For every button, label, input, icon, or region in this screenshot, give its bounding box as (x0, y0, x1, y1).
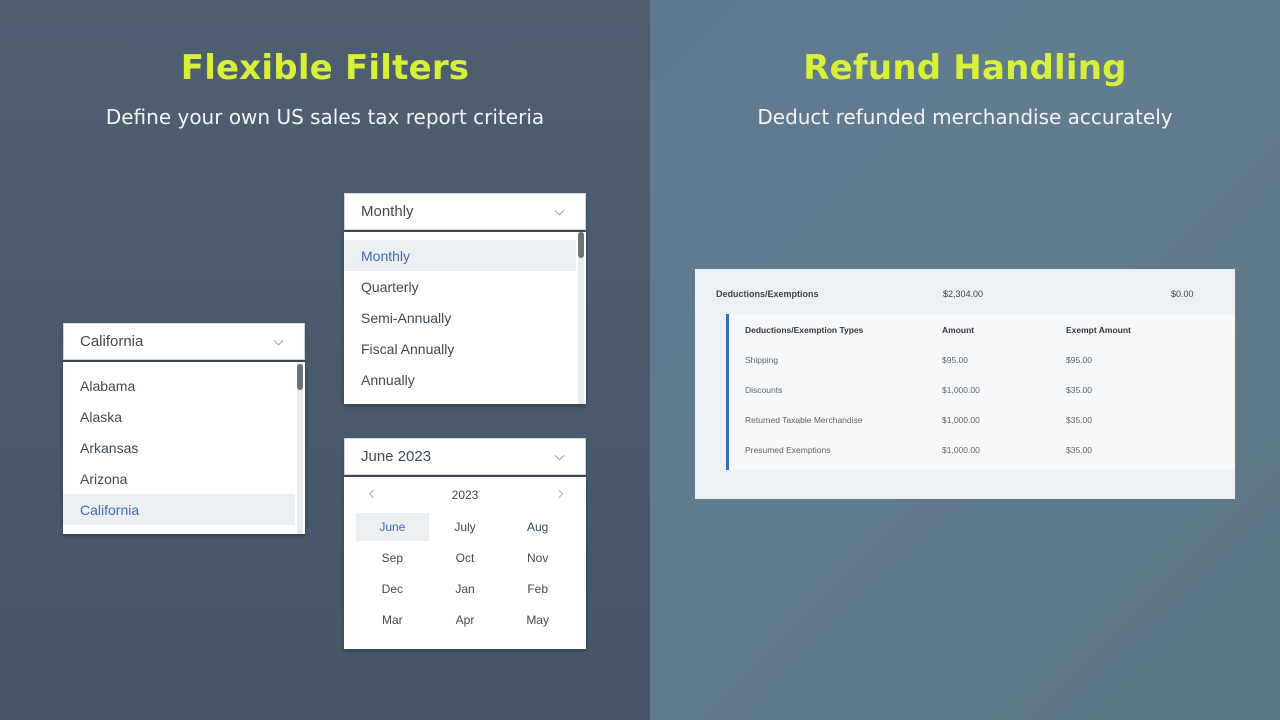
month-cell[interactable]: July (429, 513, 502, 541)
scroll-thumb[interactable] (297, 364, 303, 390)
month-cell[interactable]: Jan (429, 575, 502, 603)
month-cell[interactable]: Apr (429, 606, 502, 634)
period-select-value: Monthly (361, 203, 414, 220)
month-picker: 2023 June July Aug Sep Oct Nov Dec Jan F… (344, 477, 586, 649)
month-cell[interactable]: May (501, 606, 574, 634)
panel-title: Refund Handling (803, 48, 1127, 88)
scroll-thumb[interactable] (578, 232, 584, 258)
state-option[interactable]: Alabama (63, 370, 305, 401)
deductions-card: Deductions/Exemptions $2,304.00 $0.00 De… (695, 269, 1235, 499)
month-grid: June July Aug Sep Oct Nov Dec Jan Feb Ma… (344, 513, 586, 634)
summary-amount: $2,304.00 (943, 289, 984, 299)
table-cell: Shipping (745, 355, 779, 365)
state-option[interactable]: Arkansas (63, 432, 305, 463)
scrollbar[interactable] (297, 362, 303, 534)
month-cell[interactable]: Mar (356, 606, 429, 634)
state-options-list: Alabama Alaska Arkansas Arizona Californ… (63, 362, 305, 534)
table-cell: $35.00 (1066, 415, 1092, 425)
panel-subtitle: Define your own US sales tax report crit… (105, 105, 545, 129)
period-select[interactable]: Monthly (344, 193, 586, 230)
picker-year: 2023 (451, 488, 479, 502)
month-select[interactable]: June 2023 (344, 438, 586, 475)
table-row: Discounts $1,000.00 $35.00 (729, 375, 1235, 405)
period-option[interactable]: Semi-Annually (344, 302, 586, 333)
table-cell: Discounts (745, 385, 783, 395)
month-cell[interactable]: Feb (501, 575, 574, 603)
table-cell: $1,000.00 (942, 385, 980, 395)
panel-title: Flexible Filters (180, 48, 470, 88)
scrollbar[interactable] (578, 232, 584, 404)
state-option[interactable]: Alaska (63, 401, 305, 432)
table-row: Returned Taxable Merchandise $1,000.00 $… (729, 405, 1235, 435)
table-row: Presumed Exemptions $1,000.00 $35.00 (729, 435, 1235, 465)
table-cell: $35.00 (1066, 385, 1092, 395)
chevron-down-icon[interactable] (273, 335, 284, 346)
month-picker-header: 2023 (344, 477, 586, 513)
period-option[interactable]: Quarterly (344, 271, 586, 302)
month-cell[interactable]: Oct (429, 544, 502, 572)
month-cell[interactable]: Nov (501, 544, 574, 572)
month-cell[interactable]: Sep (356, 544, 429, 572)
period-options-list: Monthly Quarterly Semi-Annually Fiscal A… (344, 232, 586, 404)
column-header: Exempt Amount (1066, 325, 1131, 335)
state-select[interactable]: California (63, 323, 305, 360)
summary-exempt: $0.00 (1171, 289, 1194, 299)
period-option[interactable]: Annually (344, 364, 586, 395)
table-cell: $1,000.00 (942, 445, 980, 455)
month-cell-selected[interactable]: June (356, 513, 429, 541)
table-cell: $35.00 (1066, 445, 1092, 455)
state-option[interactable]: Arizona (63, 463, 305, 494)
state-option-selected[interactable]: California (63, 494, 295, 525)
period-option-selected[interactable]: Monthly (344, 240, 576, 271)
chevron-down-icon[interactable] (554, 450, 565, 461)
table-cell: Returned Taxable Merchandise (745, 415, 863, 425)
column-header: Amount (942, 325, 975, 335)
month-cell[interactable]: Dec (356, 575, 429, 603)
chevron-down-icon[interactable] (554, 205, 565, 216)
table-cell: $95.00 (1066, 355, 1092, 365)
chevron-right-icon[interactable] (554, 489, 564, 499)
table-cell: $1,000.00 (942, 415, 980, 425)
deductions-summary-row: Deductions/Exemptions $2,304.00 $0.00 (695, 269, 1235, 315)
state-select-value: California (80, 333, 144, 350)
deductions-table: Deductions/Exemption Types Amount Exempt… (726, 314, 1235, 470)
table-cell: $95.00 (942, 355, 968, 365)
chevron-left-icon[interactable] (368, 489, 378, 499)
table-cell: Presumed Exemptions (745, 445, 831, 455)
month-select-value: June 2023 (361, 448, 432, 465)
period-option[interactable]: Fiscal Annually (344, 333, 586, 364)
summary-label: Deductions/Exemptions (716, 289, 819, 299)
column-header: Deductions/Exemption Types (745, 325, 864, 335)
panel-subtitle: Deduct refunded merchandise accurately (757, 105, 1173, 129)
month-cell[interactable]: Aug (501, 513, 574, 541)
table-row: Shipping $95.00 $95.00 (729, 345, 1235, 375)
